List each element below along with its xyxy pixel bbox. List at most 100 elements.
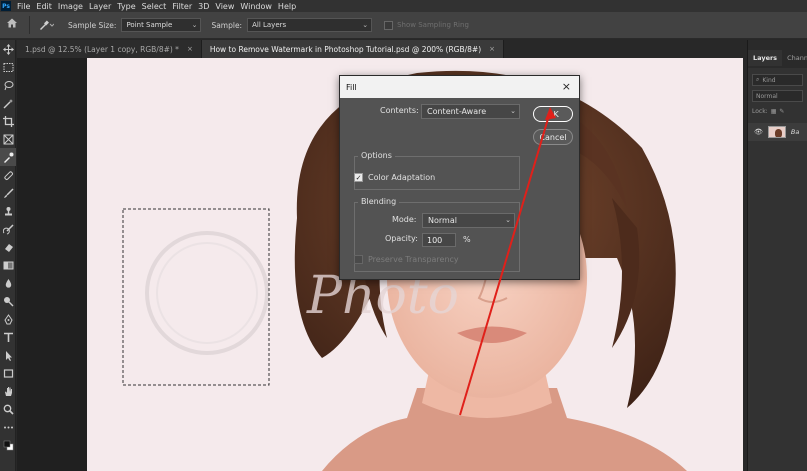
tab-layers[interactable]: Layers bbox=[748, 50, 783, 66]
chevron-down-icon: ⌄ bbox=[191, 21, 198, 29]
dialog-title-bar: Fill × bbox=[340, 76, 579, 98]
photoshop-logo-icon: Ps bbox=[1, 1, 11, 11]
mode-select[interactable]: Normal ⌄ bbox=[422, 213, 515, 228]
lock-paint-icon[interactable]: ✎ bbox=[779, 108, 784, 115]
menu-edit[interactable]: Edit bbox=[36, 2, 52, 11]
brush-tool-icon[interactable] bbox=[0, 184, 16, 202]
divider bbox=[29, 16, 30, 34]
mode-label: Mode: bbox=[392, 215, 417, 224]
layer-row-background[interactable]: 👁 Ba bbox=[748, 123, 807, 141]
menu-type[interactable]: Type bbox=[117, 2, 135, 11]
preserve-transparency-row: Preserve Transparency bbox=[354, 255, 459, 264]
contents-select[interactable]: Content-Aware ⌄ bbox=[421, 104, 520, 119]
fill-dialog: Fill × Contents: Content-Aware ⌄ OK Canc… bbox=[339, 75, 580, 280]
ok-button[interactable]: OK bbox=[533, 106, 573, 122]
mode-value: Normal bbox=[428, 216, 457, 225]
layer-filter-kind[interactable]: ⌕ Kind bbox=[752, 74, 803, 86]
type-tool-icon[interactable] bbox=[0, 328, 16, 346]
close-icon[interactable]: × bbox=[187, 45, 193, 53]
zoom-tool-icon[interactable] bbox=[0, 400, 16, 418]
pen-tool-icon[interactable] bbox=[0, 310, 16, 328]
clone-stamp-tool-icon[interactable] bbox=[0, 202, 16, 220]
contents-label: Contents: bbox=[380, 106, 419, 115]
color-adaptation-checkbox[interactable]: ✓ bbox=[354, 173, 363, 182]
lock-row: Lock: ▦ ✎ bbox=[752, 108, 803, 115]
layer-thumbnail bbox=[767, 126, 786, 138]
eraser-tool-icon[interactable] bbox=[0, 238, 16, 256]
blending-group-title: Blending bbox=[358, 197, 400, 206]
menu-window[interactable]: Window bbox=[240, 2, 272, 11]
menu-bar: Ps File Edit Image Layer Type Select Fil… bbox=[0, 0, 807, 12]
crop-tool-icon[interactable] bbox=[0, 112, 16, 130]
opacity-input[interactable]: 100 bbox=[422, 233, 456, 247]
more-tools-icon[interactable] bbox=[0, 418, 16, 436]
options-group-title: Options bbox=[358, 151, 395, 160]
blur-tool-icon[interactable] bbox=[0, 274, 16, 292]
color-adaptation-label: Color Adaptation bbox=[368, 173, 436, 182]
magic-wand-tool-icon[interactable] bbox=[0, 94, 16, 112]
close-icon[interactable]: × bbox=[489, 45, 495, 53]
opacity-value: 100 bbox=[427, 235, 443, 245]
healing-brush-tool-icon[interactable] bbox=[0, 166, 16, 184]
home-icon[interactable] bbox=[5, 16, 23, 34]
history-brush-tool-icon[interactable] bbox=[0, 220, 16, 238]
eyedropper-tool-icon[interactable] bbox=[0, 148, 16, 166]
color-adaptation-row: ✓ Color Adaptation bbox=[354, 173, 435, 182]
close-icon[interactable]: × bbox=[562, 80, 571, 93]
chevron-down-icon: ⌄ bbox=[510, 107, 516, 115]
menu-view[interactable]: View bbox=[215, 2, 234, 11]
tab-document-2[interactable]: How to Remove Watermark in Photoshop Tut… bbox=[201, 40, 505, 58]
sample-select[interactable]: All Layers ⌄ bbox=[247, 18, 373, 32]
opacity-label: Opacity: bbox=[385, 234, 418, 243]
lock-transparent-icon[interactable]: ▦ bbox=[771, 108, 777, 115]
sample-value: All Layers bbox=[252, 21, 287, 29]
tab-label: 1.psd @ 12.5% (Layer 1 copy, RGB/8#) * bbox=[25, 44, 179, 54]
frame-tool-icon[interactable] bbox=[0, 130, 16, 148]
menu-help[interactable]: Help bbox=[278, 2, 296, 11]
hand-tool-icon[interactable] bbox=[0, 382, 16, 400]
blend-mode-value: Normal bbox=[756, 92, 778, 100]
contents-row: Contents: bbox=[380, 106, 419, 115]
menu-layer[interactable]: Layer bbox=[89, 2, 111, 11]
layers-panel: Layers Channels ⌕ Kind Normal Lock: ▦ ✎ … bbox=[747, 40, 807, 471]
preserve-transparency-checkbox bbox=[354, 255, 363, 264]
path-selection-tool-icon[interactable] bbox=[0, 346, 16, 364]
eyedropper-tool-preset-icon[interactable] bbox=[38, 19, 62, 31]
dodge-tool-icon[interactable] bbox=[0, 292, 16, 310]
sample-size-select[interactable]: Point Sample ⌄ bbox=[121, 18, 202, 32]
opacity-row: Opacity: bbox=[385, 234, 418, 243]
sample-size-value: Point Sample bbox=[126, 21, 173, 29]
menu-select[interactable]: Select bbox=[142, 2, 167, 11]
sample-size-label: Sample Size: bbox=[68, 20, 117, 30]
eye-icon[interactable]: 👁 bbox=[754, 128, 763, 136]
menu-3d[interactable]: 3D bbox=[198, 2, 209, 11]
lock-label: Lock: bbox=[752, 108, 768, 115]
dialog-title: Fill bbox=[346, 82, 357, 92]
move-tool-icon[interactable] bbox=[0, 40, 16, 58]
foreground-background-color-icon[interactable] bbox=[0, 436, 16, 454]
cancel-button[interactable]: Cancel bbox=[533, 129, 573, 145]
show-sampling-ring-checkbox[interactable] bbox=[384, 20, 394, 30]
tab-channels[interactable]: Channels bbox=[782, 50, 807, 66]
blend-mode-select[interactable]: Normal bbox=[752, 90, 803, 102]
tools-panel bbox=[0, 40, 16, 471]
rectangle-tool-icon[interactable] bbox=[0, 364, 16, 382]
contents-value: Content-Aware bbox=[427, 107, 487, 116]
menu-filter[interactable]: Filter bbox=[172, 2, 192, 11]
marquee-tool-icon[interactable] bbox=[0, 58, 16, 76]
show-sampling-ring-label: Show Sampling Ring bbox=[397, 21, 469, 29]
mode-row: Mode: bbox=[392, 215, 417, 224]
chevron-down-icon: ⌄ bbox=[505, 216, 511, 224]
menu-file[interactable]: File bbox=[17, 2, 30, 11]
document-tabs: 1.psd @ 12.5% (Layer 1 copy, RGB/8#) * ×… bbox=[17, 40, 743, 58]
menu-image[interactable]: Image bbox=[58, 2, 83, 11]
search-icon: ⌕ bbox=[756, 76, 760, 83]
opacity-unit: % bbox=[463, 235, 471, 244]
layer-name: Ba bbox=[790, 128, 800, 136]
kind-label: Kind bbox=[762, 76, 776, 84]
tab-document-1[interactable]: 1.psd @ 12.5% (Layer 1 copy, RGB/8#) * × bbox=[17, 40, 202, 58]
lasso-tool-icon[interactable] bbox=[0, 76, 16, 94]
sample-label: Sample: bbox=[211, 20, 243, 30]
gradient-tool-icon[interactable] bbox=[0, 256, 16, 274]
options-bar: Sample Size: Point Sample ⌄ Sample: All … bbox=[0, 12, 807, 39]
